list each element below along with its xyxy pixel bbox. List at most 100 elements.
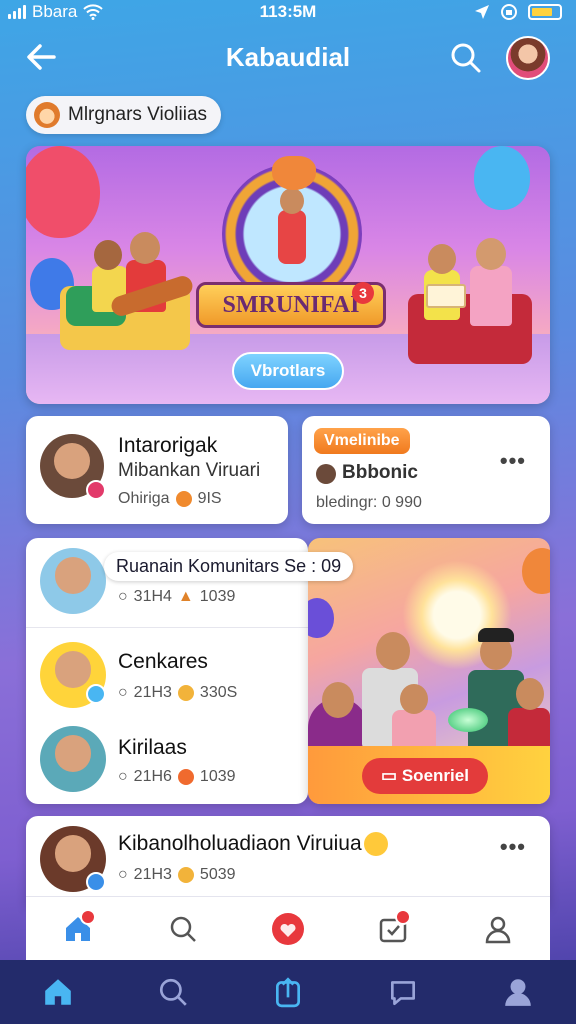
tab-profile[interactable] [476,907,520,951]
emblem-figure [278,210,306,264]
verified-badge-icon [86,872,106,892]
member-badge-icon [86,684,106,704]
list-item[interactable]: Kirilaas ○ 21H6 1039 [26,718,308,804]
location-icon [475,5,489,19]
comment-icon: ○ [118,588,128,605]
meta-right: 9IS [197,490,222,507]
comment-icon: ○ [118,684,128,701]
tab-calendar[interactable] [371,907,415,951]
app-header: Kabaudial [0,30,576,86]
balloon-icon [26,146,100,238]
live-badge-icon [86,480,106,500]
battery-icon [528,4,562,20]
more-options-icon[interactable]: ••• [500,448,526,474]
chat-icon [391,981,416,1006]
featured-member-card[interactable]: Kibanolholuadiaon Viruiua ○ 21H3 5039 ••… [26,816,550,906]
photo-card-button[interactable]: ▭ Soenriel [362,758,488,794]
comment-icon: ○ [118,768,128,785]
event-title: Bbbonic [342,462,418,483]
fire-icon [177,769,194,785]
balloon-icon [522,548,550,594]
community-chip[interactable]: Mlrgnars Violiias [26,96,222,134]
chip-label: Mlrgnars Violiias [68,104,208,125]
cap-icon [478,628,514,642]
nav-upload[interactable] [266,970,310,1014]
creator-name: Intarorigak [118,434,218,457]
meta-left: Ohiriga [118,490,170,507]
heart-icon [271,912,304,945]
list-item[interactable]: Cenkares ○ 21H3 330S [26,630,308,718]
upload-icon [275,977,300,1008]
smile-emoji-icon [364,832,388,856]
more-options-icon[interactable]: ••• [500,834,526,860]
balloon-icon [474,146,530,210]
featured-stats: ○ 21H3 5039 [118,866,236,884]
family-head [376,632,410,670]
stat-2: 330S [199,684,238,701]
event-card[interactable]: Vmelinibe Bbbonic bledingr: 0 990 ••• [302,416,550,524]
cat-icon [272,156,316,190]
magic-orb-icon [448,708,488,732]
bottom-nav [0,960,576,1024]
stat-2: 5039 [199,866,236,883]
family-head [322,682,354,718]
banner-cta-button[interactable]: Vbrotlars [232,352,344,390]
stat-1: 21H3 [133,684,172,701]
creator-subtitle: Mibankan Viruari [118,460,261,481]
tab-favorites[interactable] [266,907,310,951]
reaction-icon [177,867,194,883]
nav-profile[interactable] [496,970,540,1014]
family-figure [392,710,436,750]
hero-banner[interactable]: SMRUNIFAI 3 Vbrotlars [26,146,550,404]
rotation-lock-icon [501,4,517,20]
warning-icon: ▲ [177,588,194,605]
list-stats: ○ 21H6 1039 [118,768,236,786]
adult-figure [470,266,512,326]
chip-avatar [34,102,60,128]
kid-head [94,240,122,270]
member-name: Cenkares [118,650,208,673]
creator-card[interactable]: Intarorigak Mibankan Viruari Ohiriga 9IS [26,416,288,524]
event-tag: Vmelinibe [314,428,410,454]
photo-card-button-label: Soenriel [401,766,469,785]
search-button[interactable] [450,42,482,74]
balloon-icon [308,598,334,638]
member-avatar [40,726,106,792]
profile-avatar[interactable] [506,36,550,80]
adult-head [476,238,506,270]
book-icon [426,284,466,308]
nav-home[interactable] [36,970,80,1014]
reaction-icon [177,685,194,701]
inner-tab-bar [26,896,550,960]
profile-icon [485,916,510,943]
event-avatar [316,464,336,484]
tab-search[interactable] [161,907,205,951]
page-title: Kabaudial [225,42,351,72]
stat-2: 1039 [199,588,236,605]
status-bar: Bbara 113:5M [0,0,576,26]
coin-icon [175,491,192,507]
list-stats: ○ 31H4 ▲ 1039 [118,588,235,606]
status-icons [474,3,562,21]
list-stats: ○ 21H3 330S [118,684,237,702]
notification-dot [80,908,97,925]
kid-head [428,244,456,274]
kid-head [130,232,160,264]
tab-home[interactable] [56,907,100,951]
nav-search[interactable] [151,970,195,1014]
nav-chat[interactable] [381,970,425,1014]
stat-2: 1039 [199,768,236,785]
community-title-pill: Ruanain Komunitars Se : 09 [104,552,354,581]
search-icon [170,916,197,942]
emblem-badge: 3 [352,282,374,304]
event-meta: bledingr: 0 990 [316,494,422,511]
stat-1: 21H6 [133,768,172,785]
featured-title: Kibanolholuadiaon Viruiua [118,832,362,855]
family-head [400,684,428,714]
chat-bubble-icon: ▭ [381,766,402,785]
family-head [516,678,544,710]
member-name: Kirilaas [118,736,187,759]
stat-1: 31H4 [133,588,172,605]
stat-1: 21H3 [133,866,172,883]
member-avatar [40,548,106,614]
